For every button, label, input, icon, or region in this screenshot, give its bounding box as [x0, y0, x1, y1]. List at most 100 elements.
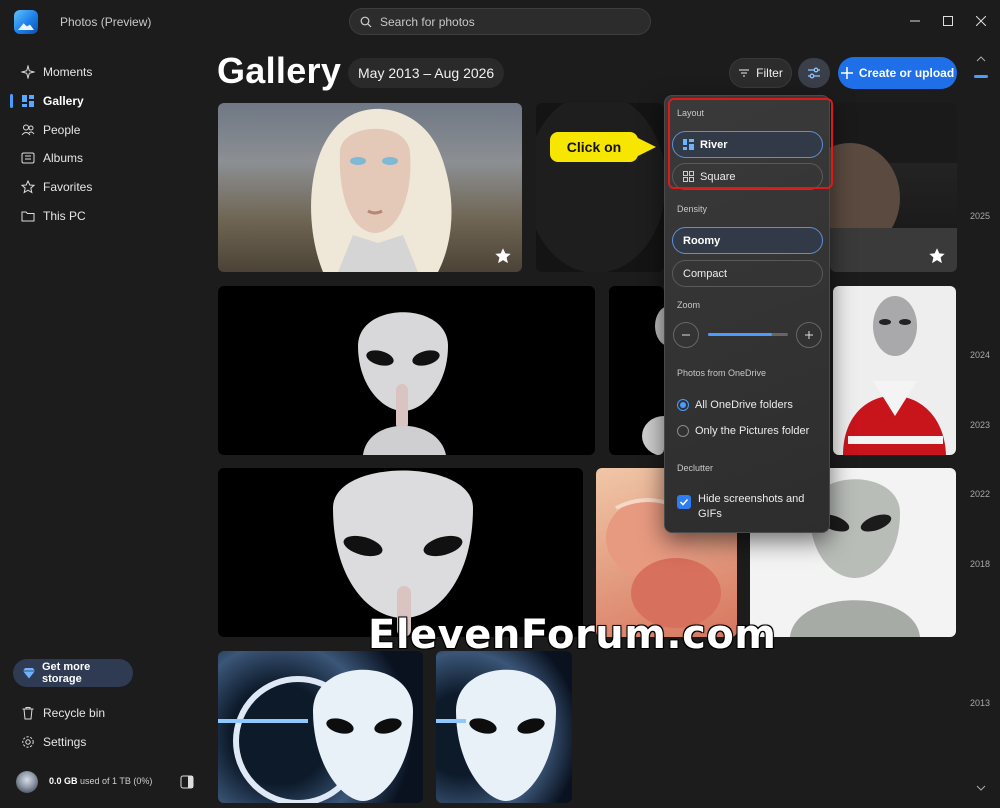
pane-toggle-icon[interactable] — [180, 775, 194, 794]
filter-button[interactable]: Filter — [729, 58, 792, 88]
photo-tile[interactable] — [609, 286, 664, 455]
close-button[interactable] — [970, 10, 992, 32]
minimize-button[interactable] — [904, 10, 926, 32]
get-more-storage-label: Get more storage — [41, 661, 91, 685]
sidebar-item-label: Gallery — [43, 94, 84, 108]
maximize-icon — [943, 16, 953, 26]
trash-icon — [20, 705, 36, 721]
timeline-current-marker[interactable] — [974, 75, 988, 78]
storage-used: 0.0 GB — [49, 776, 78, 786]
gear-icon — [20, 734, 36, 750]
onedrive-option-label: Only the Pictures folder — [695, 425, 810, 437]
recycle-bin-label: Recycle bin — [43, 706, 106, 720]
search-icon — [360, 16, 372, 27]
photo-tile[interactable] — [833, 286, 956, 455]
storage-usage: 0.0 GB used of 1 TB (0%) — [49, 776, 152, 786]
alien-portal-image — [436, 669, 556, 801]
sidebar-item-favorites[interactable]: Favorites — [10, 174, 200, 200]
star-icon — [20, 179, 36, 195]
radio-selected-icon[interactable] — [677, 399, 689, 411]
photo-tile[interactable] — [218, 103, 522, 272]
photo-tile[interactable] — [830, 103, 957, 272]
radio-unselected-icon[interactable] — [677, 425, 689, 437]
layout-highlight-box — [668, 98, 833, 189]
declutter-heading: Declutter — [677, 463, 714, 473]
scroll-up-icon[interactable] — [976, 55, 986, 63]
sidebar-item-this-pc[interactable]: This PC — [10, 203, 200, 229]
blonde-portrait-image — [311, 109, 452, 272]
minimize-icon — [910, 20, 920, 22]
gallery-icon — [20, 93, 36, 109]
onedrive-option-pictures[interactable]: Only the Pictures folder — [677, 425, 809, 437]
sidebar-item-label: People — [43, 123, 81, 137]
timeline-year[interactable]: 2023 — [970, 420, 990, 430]
sidebar-item-gallery[interactable]: Gallery — [10, 88, 200, 114]
zoom-slider-fill — [708, 333, 772, 336]
click-on-callout: Click on — [550, 132, 638, 162]
photo-tile[interactable] — [536, 103, 664, 272]
plus-icon — [805, 331, 813, 339]
date-range-badge: May 2013 – Aug 2026 — [348, 58, 505, 88]
watermark: ElevenForum.com — [368, 612, 777, 658]
alien-portal-image — [218, 669, 413, 803]
sidebar-item-moments[interactable]: Moments — [10, 59, 200, 85]
create-label: Create or upload — [858, 66, 955, 80]
timeline-year[interactable]: 2022 — [970, 489, 990, 499]
onedrive-heading: Photos from OneDrive — [677, 368, 767, 378]
sidebar-item-label: Favorites — [43, 180, 93, 194]
filter-icon — [739, 69, 750, 77]
timeline-year[interactable]: 2025 — [970, 211, 990, 221]
storage-total: used of 1 TB (0%) — [80, 776, 153, 786]
alien-santa-image — [843, 296, 946, 455]
sliders-icon — [808, 67, 820, 79]
app-title: Photos (Preview) — [60, 15, 152, 29]
onedrive-option-label: All OneDrive folders — [695, 399, 793, 411]
search-box[interactable] — [349, 8, 651, 35]
view-options-button[interactable] — [798, 58, 830, 88]
sidebar-item-people[interactable]: People — [10, 117, 200, 143]
sidebar-item-label: Albums — [43, 151, 84, 165]
checkbox-checked-icon[interactable] — [677, 495, 691, 509]
density-option-label: Roomy — [683, 234, 721, 247]
create-or-upload-button[interactable]: Create or upload — [838, 57, 957, 89]
zoom-out-button[interactable] — [673, 322, 699, 348]
alien-shush-image — [358, 312, 448, 455]
search-input[interactable] — [380, 14, 620, 29]
filter-label: Filter — [756, 66, 783, 80]
sidebar-item-settings[interactable]: Settings — [10, 729, 200, 755]
get-more-storage-button[interactable]: Get more storage — [13, 659, 133, 687]
maximize-button[interactable] — [937, 10, 959, 32]
dark-photo-image — [536, 103, 664, 272]
declutter-option[interactable]: Hide screenshots and GIFs — [677, 492, 808, 522]
density-option-roomy[interactable]: Roomy — [672, 227, 823, 254]
photo-tile[interactable] — [436, 651, 572, 803]
alien-partial-image — [642, 307, 664, 455]
density-option-label: Compact — [683, 267, 728, 280]
declutter-option-label: Hide screenshots and GIFs — [698, 493, 805, 520]
sparkle-icon — [20, 64, 36, 80]
onedrive-option-all[interactable]: All OneDrive folders — [677, 399, 793, 411]
photo-tile[interactable] — [218, 651, 423, 803]
photo-tile[interactable] — [218, 286, 595, 455]
timeline-year[interactable]: 2018 — [970, 559, 990, 569]
sidebar-item-label: This PC — [43, 209, 86, 223]
close-icon — [976, 16, 986, 26]
sidebar-item-albums[interactable]: Albums — [10, 145, 200, 171]
scroll-down-icon[interactable] — [976, 784, 986, 792]
timeline-year[interactable]: 2024 — [970, 350, 990, 360]
zoom-in-button[interactable] — [796, 322, 822, 348]
diamond-icon — [22, 668, 35, 679]
density-option-compact[interactable]: Compact — [672, 260, 823, 287]
favorite-star-icon[interactable] — [494, 247, 512, 265]
zoom-heading: Zoom — [677, 300, 701, 310]
albums-icon — [20, 150, 36, 166]
plus-icon — [840, 67, 853, 79]
sidebar-item-recycle-bin[interactable]: Recycle bin — [10, 700, 200, 726]
settings-label: Settings — [43, 735, 87, 749]
page-title: Gallery — [217, 50, 342, 91]
timeline-year[interactable]: 2013 — [970, 698, 990, 708]
minus-icon — [682, 334, 690, 336]
avatar[interactable] — [16, 771, 38, 793]
favorite-star-icon[interactable] — [928, 247, 946, 265]
density-heading: Density — [677, 204, 708, 214]
